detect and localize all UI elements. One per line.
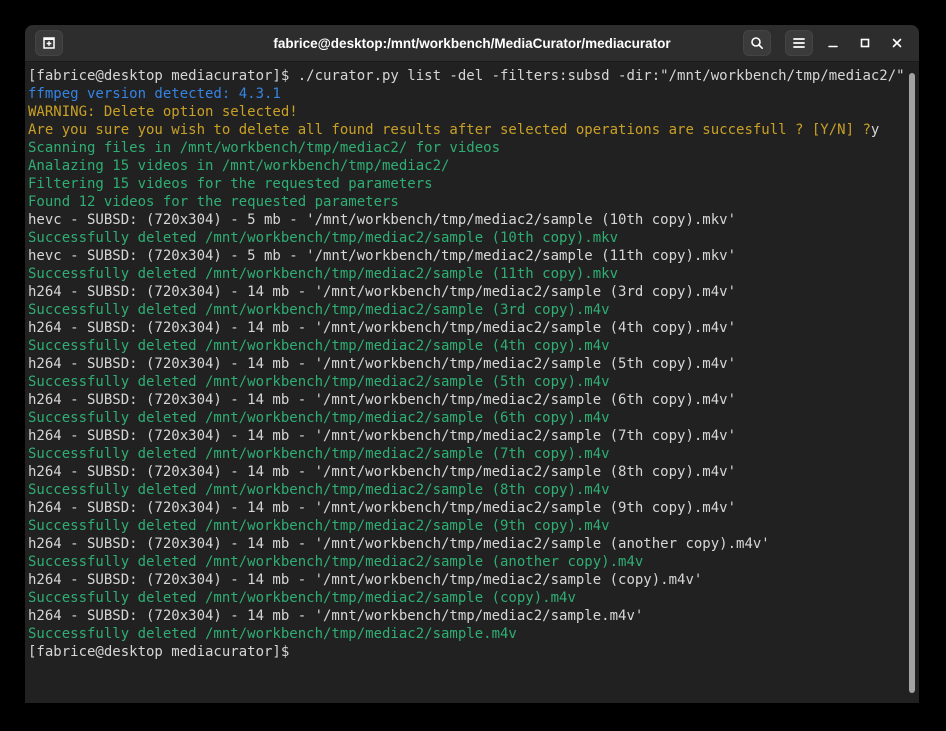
maximize-icon (858, 36, 872, 50)
terminal-window: fabrice@desktop:/mnt/workbench/MediaCura… (25, 25, 919, 703)
terminal-line: h264 - SUBSD: (720x304) - 14 mb - '/mnt/… (28, 571, 905, 589)
desktop-background: fabrice@desktop:/mnt/workbench/MediaCura… (0, 0, 946, 731)
terminal-text-segment: h264 - SUBSD: (720x304) - 14 mb - '/mnt/… (28, 392, 736, 408)
terminal-text-segment: h264 - SUBSD: (720x304) - 14 mb - '/mnt/… (28, 608, 643, 624)
terminal-text-segment: hevc - SUBSD: (720x304) - 5 mb - '/mnt/w… (28, 248, 736, 264)
terminal-text-segment: Are you sure you wish to delete all foun… (28, 122, 871, 138)
terminal-text-segment: Successfully deleted /mnt/workbench/tmp/… (28, 302, 610, 318)
terminal-line: Successfully deleted /mnt/workbench/tmp/… (28, 265, 905, 283)
menu-button[interactable] (785, 30, 813, 56)
terminal-text-segment: h264 - SUBSD: (720x304) - 14 mb - '/mnt/… (28, 464, 736, 480)
terminal-text-segment: h264 - SUBSD: (720x304) - 14 mb - '/mnt/… (28, 320, 736, 336)
terminal-line: hevc - SUBSD: (720x304) - 5 mb - '/mnt/w… (28, 211, 905, 229)
terminal-text-segment: Filtering 15 videos for the requested pa… (28, 176, 433, 192)
search-icon (749, 35, 765, 51)
terminal-text-segment: y (871, 122, 879, 138)
terminal-line: WARNING: Delete option selected! (28, 103, 905, 121)
terminal-line: h264 - SUBSD: (720x304) - 14 mb - '/mnt/… (28, 427, 905, 445)
terminal-line: hevc - SUBSD: (720x304) - 5 mb - '/mnt/w… (28, 247, 905, 265)
titlebar[interactable]: fabrice@desktop:/mnt/workbench/MediaCura… (25, 25, 919, 62)
terminal-line: Successfully deleted /mnt/workbench/tmp/… (28, 337, 905, 355)
terminal-text-segment: h264 - SUBSD: (720x304) - 14 mb - '/mnt/… (28, 284, 736, 300)
terminal-text-segment: Successfully deleted /mnt/workbench/tmp/… (28, 446, 610, 462)
terminal-line: Analazing 15 videos in /mnt/workbench/tm… (28, 157, 905, 175)
terminal-line: Found 12 videos for the requested parame… (28, 193, 905, 211)
terminal-text-segment: Successfully deleted /mnt/workbench/tmp/… (28, 554, 643, 570)
terminal-text-segment: Successfully deleted /mnt/workbench/tmp/… (28, 590, 576, 606)
terminal-text-segment: h264 - SUBSD: (720x304) - 14 mb - '/mnt/… (28, 572, 702, 588)
terminal-text-segment: h264 - SUBSD: (720x304) - 14 mb - '/mnt/… (28, 536, 770, 552)
terminal-output[interactable]: [fabrice@desktop mediacurator]$ ./curato… (25, 62, 919, 703)
minimize-button[interactable] (821, 31, 845, 55)
terminal-line: Successfully deleted /mnt/workbench/tmp/… (28, 373, 905, 391)
terminal-line: h264 - SUBSD: (720x304) - 14 mb - '/mnt/… (28, 283, 905, 301)
terminal-text-segment: Successfully deleted /mnt/workbench/tmp/… (28, 626, 517, 642)
close-button[interactable] (885, 31, 909, 55)
terminal-line: h264 - SUBSD: (720x304) - 14 mb - '/mnt/… (28, 391, 905, 409)
terminal-line: h264 - SUBSD: (720x304) - 14 mb - '/mnt/… (28, 319, 905, 337)
terminal-text-segment: Successfully deleted /mnt/workbench/tmp/… (28, 482, 610, 498)
terminal-text-segment: h264 - SUBSD: (720x304) - 14 mb - '/mnt/… (28, 500, 736, 516)
terminal-line: Successfully deleted /mnt/workbench/tmp/… (28, 301, 905, 319)
terminal-line: Filtering 15 videos for the requested pa… (28, 175, 905, 193)
terminal-text-segment: Scanning files in /mnt/workbench/tmp/med… (28, 140, 500, 156)
terminal-line: h264 - SUBSD: (720x304) - 14 mb - '/mnt/… (28, 499, 905, 517)
terminal-line: Successfully deleted /mnt/workbench/tmp/… (28, 409, 905, 427)
terminal-line: h264 - SUBSD: (720x304) - 14 mb - '/mnt/… (28, 607, 905, 625)
terminal-line: ffmpeg version detected: 4.3.1 (28, 85, 905, 103)
terminal-line: h264 - SUBSD: (720x304) - 14 mb - '/mnt/… (28, 463, 905, 481)
terminal-text-segment: [fabrice@desktop mediacurator]$ (28, 644, 298, 660)
terminal-line: Successfully deleted /mnt/workbench/tmp/… (28, 481, 905, 499)
terminal-text-segment: WARNING: Delete option selected! (28, 104, 298, 120)
terminal-text-segment: Successfully deleted /mnt/workbench/tmp/… (28, 518, 610, 534)
terminal-text-segment: [fabrice@desktop mediacurator]$ ./curato… (28, 68, 905, 84)
terminal-line: Successfully deleted /mnt/workbench/tmp/… (28, 589, 905, 607)
terminal-line: h264 - SUBSD: (720x304) - 14 mb - '/mnt/… (28, 355, 905, 373)
terminal-text-segment: ffmpeg version detected: 4.3.1 (28, 86, 281, 102)
terminal-line: Successfully deleted /mnt/workbench/tmp/… (28, 445, 905, 463)
minimize-icon (826, 36, 840, 50)
menu-icon (792, 37, 806, 49)
terminal-line: Successfully deleted /mnt/workbench/tmp/… (28, 625, 905, 643)
new-tab-icon (41, 35, 57, 51)
terminal-line: Scanning files in /mnt/workbench/tmp/med… (28, 139, 905, 157)
terminal-text-segment: hevc - SUBSD: (720x304) - 5 mb - '/mnt/w… (28, 212, 736, 228)
terminal-text-segment: Successfully deleted /mnt/workbench/tmp/… (28, 410, 610, 426)
terminal-line: h264 - SUBSD: (720x304) - 14 mb - '/mnt/… (28, 535, 905, 553)
terminal-line: [fabrice@desktop mediacurator]$ (28, 643, 905, 661)
titlebar-controls (729, 30, 909, 56)
close-icon (890, 36, 904, 50)
scrollbar-thumb[interactable] (909, 73, 915, 693)
maximize-button[interactable] (853, 31, 877, 55)
terminal-text-segment: h264 - SUBSD: (720x304) - 14 mb - '/mnt/… (28, 428, 736, 444)
terminal-text-segment: Analazing 15 videos in /mnt/workbench/tm… (28, 158, 449, 174)
terminal-line: Successfully deleted /mnt/workbench/tmp/… (28, 229, 905, 247)
terminal-text-segment: Successfully deleted /mnt/workbench/tmp/… (28, 266, 618, 282)
terminal-text-segment: Successfully deleted /mnt/workbench/tmp/… (28, 374, 610, 390)
terminal-line: Successfully deleted /mnt/workbench/tmp/… (28, 517, 905, 535)
terminal-text-segment: Successfully deleted /mnt/workbench/tmp/… (28, 338, 610, 354)
search-button[interactable] (743, 30, 771, 56)
terminal-text-segment: Found 12 videos for the requested parame… (28, 194, 399, 210)
terminal-text-segment: h264 - SUBSD: (720x304) - 14 mb - '/mnt/… (28, 356, 736, 372)
terminal-line: [fabrice@desktop mediacurator]$ ./curato… (28, 67, 905, 85)
new-tab-button[interactable] (35, 30, 63, 56)
terminal-line: Are you sure you wish to delete all foun… (28, 121, 905, 139)
terminal-line: Successfully deleted /mnt/workbench/tmp/… (28, 553, 905, 571)
scrollbar[interactable] (908, 67, 916, 701)
terminal-text-segment: Successfully deleted /mnt/workbench/tmp/… (28, 230, 618, 246)
